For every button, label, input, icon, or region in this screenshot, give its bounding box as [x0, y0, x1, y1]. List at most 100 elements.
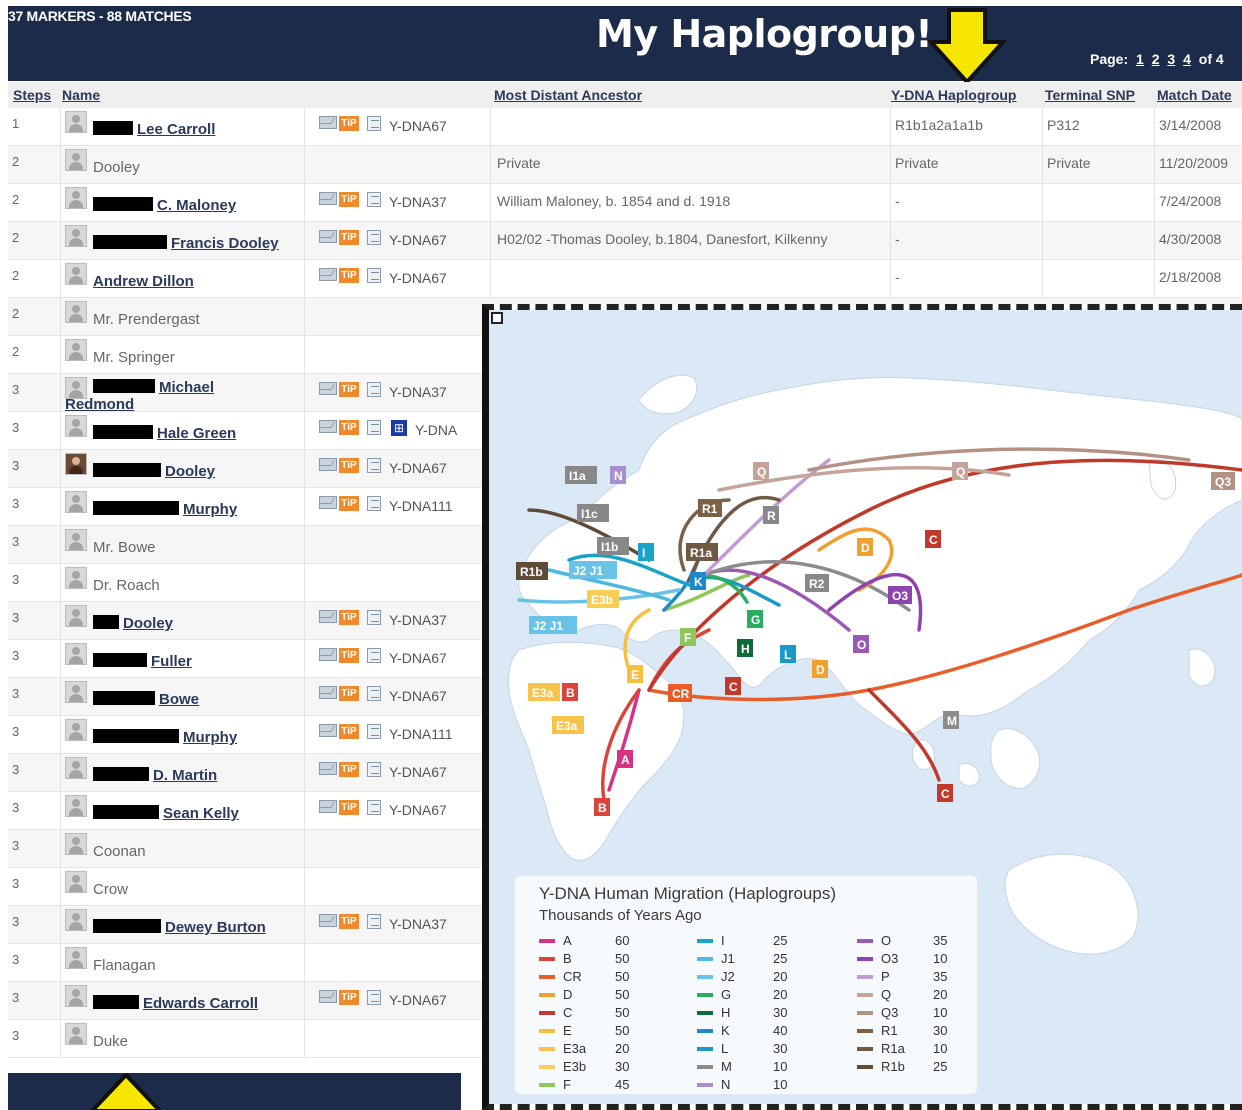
note-icon[interactable] — [367, 762, 381, 777]
match-name-link[interactable]: C. Maloney — [93, 197, 236, 214]
match-name-link[interactable]: Lee Carroll — [93, 121, 215, 138]
avatar[interactable] — [65, 985, 87, 1007]
match-name-link[interactable]: Andrew Dillon — [93, 273, 194, 290]
note-icon[interactable] — [367, 116, 381, 131]
avatar[interactable] — [65, 263, 87, 285]
column-header-terminal-snp[interactable]: Terminal SNP — [1045, 87, 1135, 103]
match-name-link[interactable]: Sean Kelly — [93, 805, 239, 822]
tip-calculator-icon[interactable]: TiP — [339, 496, 359, 511]
avatar[interactable] — [65, 339, 87, 361]
mail-icon[interactable] — [319, 230, 337, 243]
tip-calculator-icon[interactable]: TiP — [339, 458, 359, 473]
avatar[interactable] — [65, 1023, 87, 1045]
tree-icon[interactable]: ⊞ — [391, 420, 407, 436]
mail-icon[interactable] — [319, 458, 337, 471]
mail-icon[interactable] — [319, 648, 337, 661]
avatar[interactable] — [65, 909, 87, 931]
avatar[interactable] — [65, 757, 87, 779]
tip-calculator-icon[interactable]: TiP — [339, 762, 359, 777]
match-name-link[interactable]: Francis Dooley — [93, 235, 279, 252]
mail-icon[interactable] — [319, 116, 337, 129]
tip-calculator-icon[interactable]: TiP — [339, 230, 359, 245]
page-link-4[interactable]: 4 — [1183, 51, 1191, 67]
match-name-link[interactable]: Hale Green — [93, 425, 236, 442]
column-header-match-date[interactable]: Match Date — [1157, 87, 1232, 103]
page-link-1[interactable]: 1 — [1136, 51, 1144, 67]
match-name-link[interactable]: Dooley — [93, 463, 215, 480]
column-header-steps[interactable]: Steps — [13, 87, 51, 103]
tip-calculator-icon[interactable]: TiP — [339, 382, 359, 397]
mail-icon[interactable] — [319, 192, 337, 205]
avatar[interactable] — [65, 795, 87, 817]
mail-icon[interactable] — [319, 268, 337, 281]
mail-icon[interactable] — [319, 686, 337, 699]
note-icon[interactable] — [367, 648, 381, 663]
avatar[interactable] — [65, 833, 87, 855]
tip-calculator-icon[interactable]: TiP — [339, 686, 359, 701]
column-header-haplogroup[interactable]: Y-DNA Haplogroup — [891, 87, 1016, 103]
avatar[interactable] — [65, 681, 87, 703]
match-name-link[interactable]: Michael Redmond — [65, 379, 214, 413]
avatar[interactable] — [65, 643, 87, 665]
page-link-3[interactable]: 3 — [1167, 51, 1175, 67]
note-icon[interactable] — [367, 192, 381, 207]
note-icon[interactable] — [367, 610, 381, 625]
match-name-link[interactable]: Murphy — [93, 501, 237, 518]
match-name-link[interactable]: Dooley — [93, 615, 173, 632]
mail-icon[interactable] — [319, 762, 337, 775]
mail-icon[interactable] — [319, 724, 337, 737]
tip-calculator-icon[interactable]: TiP — [339, 192, 359, 207]
note-icon[interactable] — [367, 914, 381, 929]
column-header-name[interactable]: Name — [62, 87, 100, 103]
note-icon[interactable] — [367, 724, 381, 739]
note-icon[interactable] — [367, 496, 381, 511]
column-header-ancestor[interactable]: Most Distant Ancestor — [494, 87, 642, 103]
avatar[interactable] — [65, 529, 87, 551]
note-icon[interactable] — [367, 458, 381, 473]
match-name-link[interactable]: Fuller — [93, 653, 192, 670]
note-icon[interactable] — [367, 382, 381, 397]
mail-icon[interactable] — [319, 496, 337, 509]
note-icon[interactable] — [367, 800, 381, 815]
note-icon[interactable] — [367, 990, 381, 1005]
avatar[interactable] — [65, 187, 87, 209]
tip-calculator-icon[interactable]: TiP — [339, 724, 359, 739]
tip-calculator-icon[interactable]: TiP — [339, 914, 359, 929]
avatar[interactable] — [65, 225, 87, 247]
mail-icon[interactable] — [319, 382, 337, 395]
page-link-2[interactable]: 2 — [1152, 51, 1160, 67]
mail-icon[interactable] — [319, 420, 337, 433]
avatar[interactable] — [65, 491, 87, 513]
svg-text:C: C — [941, 787, 950, 801]
avatar[interactable] — [65, 111, 87, 133]
tip-calculator-icon[interactable]: TiP — [339, 648, 359, 663]
tip-calculator-icon[interactable]: TiP — [339, 268, 359, 283]
tip-calculator-icon[interactable]: TiP — [339, 610, 359, 625]
tip-calculator-icon[interactable]: TiP — [339, 990, 359, 1005]
avatar[interactable] — [65, 301, 87, 323]
tip-calculator-icon[interactable]: TiP — [339, 420, 359, 435]
match-name-link[interactable]: Edwards Carroll — [93, 995, 258, 1012]
avatar[interactable] — [65, 453, 87, 475]
match-name-link[interactable]: Dewey Burton — [93, 919, 266, 936]
note-icon[interactable] — [367, 230, 381, 245]
match-name-link[interactable]: D. Martin — [93, 767, 217, 784]
mail-icon[interactable] — [319, 800, 337, 813]
avatar[interactable] — [65, 149, 87, 171]
avatar[interactable] — [65, 871, 87, 893]
tip-calculator-icon[interactable]: TiP — [339, 116, 359, 131]
mail-icon[interactable] — [319, 610, 337, 623]
avatar[interactable] — [65, 415, 87, 437]
note-icon[interactable] — [367, 268, 381, 283]
avatar[interactable] — [65, 605, 87, 627]
match-name-link[interactable]: Bowe — [93, 691, 199, 708]
match-name-link[interactable]: Murphy — [93, 729, 237, 746]
tip-calculator-icon[interactable]: TiP — [339, 800, 359, 815]
note-icon[interactable] — [367, 420, 381, 435]
mail-icon[interactable] — [319, 990, 337, 1003]
avatar[interactable] — [65, 947, 87, 969]
avatar[interactable] — [65, 719, 87, 741]
avatar[interactable] — [65, 567, 87, 589]
mail-icon[interactable] — [319, 914, 337, 927]
note-icon[interactable] — [367, 686, 381, 701]
